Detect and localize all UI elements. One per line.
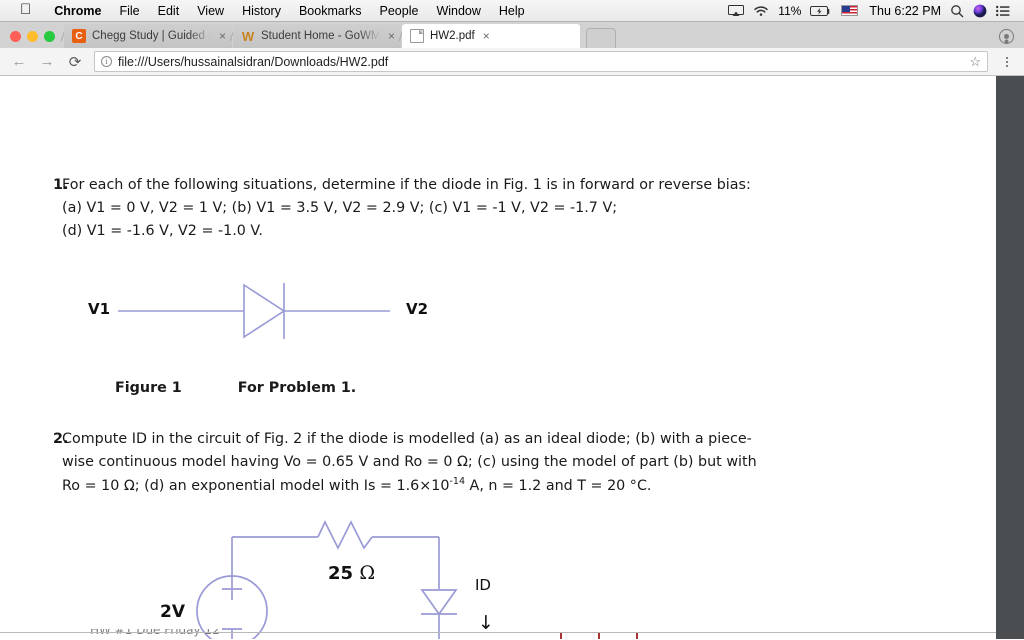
problem-text: Compute ID in the circuit of Fig. 2 if t… <box>62 428 757 498</box>
menu-help[interactable]: Help <box>490 4 534 18</box>
back-button[interactable]: ← <box>6 50 32 74</box>
siri-icon[interactable] <box>973 4 987 18</box>
menu-window[interactable]: Window <box>427 4 489 18</box>
figure-caption-name: Figure 1 <box>115 380 182 396</box>
menu-people[interactable]: People <box>371 4 428 18</box>
notification-center-icon[interactable] <box>996 5 1010 17</box>
menu-edit[interactable]: Edit <box>149 4 189 18</box>
figure1-right-label: V2 <box>406 300 429 318</box>
menu-view[interactable]: View <box>188 4 233 18</box>
us-flag-icon[interactable] <box>841 5 859 16</box>
next-page-text: HW #1 Due Friday 12 <box>90 629 220 637</box>
resistor-value-label: 25 Ω <box>328 562 375 584</box>
voltage-source-label: 2V <box>160 602 185 622</box>
menu-history[interactable]: History <box>233 4 290 18</box>
new-tab-button[interactable] <box>586 28 616 48</box>
profile-avatar-icon[interactable] <box>999 29 1014 44</box>
next-page-sliver: HW #1 Due Friday 12 <box>0 629 996 639</box>
figure-1-caption: Figure 1 For Problem 1. <box>115 380 356 396</box>
wmu-favicon: W <box>241 28 255 44</box>
address-bar[interactable]: i file:///Users/hussainalsidran/Download… <box>94 51 988 72</box>
problem-line-part: A, n = 1.2 and T = 20 °C. <box>465 478 652 495</box>
problem-number: 2. <box>53 431 69 447</box>
tab-student-home-gowmu[interactable]: W Student Home - GoWMU × <box>233 24 401 48</box>
problem-line-part: Ro = 10 Ω; (d) an exponential model with… <box>62 478 450 495</box>
figure-1-diode-diagram: V1 V2 <box>78 272 448 354</box>
pdf-document-favicon <box>410 29 424 43</box>
chegg-favicon: C <box>72 29 86 43</box>
window-traffic-lights <box>6 31 63 48</box>
exponent: -14 <box>449 476 465 488</box>
menubar-status-area: 11% Thu 6:22 PM <box>728 4 1016 18</box>
figure1-left-label: V1 <box>88 300 111 318</box>
pdf-viewer[interactable]: 1. For each of the following situations,… <box>0 76 1024 639</box>
problem-line: (a) V1 = 0 V, V2 = 1 V; (b) V1 = 3.5 V, … <box>62 200 618 217</box>
tab-title: Student Home - GoWMU <box>261 30 380 42</box>
tick-mark <box>636 633 638 639</box>
diode-symbol <box>118 283 390 339</box>
pdf-page-content: 1. For each of the following situations,… <box>0 76 996 639</box>
browser-toolbar: ← → ⟳ i file:///Users/hussainalsidran/Do… <box>0 48 1024 76</box>
apple-menu-icon[interactable]:  <box>20 2 31 17</box>
tab-title: Chegg Study | Guided Solution <box>92 30 211 42</box>
chrome-menu-button[interactable] <box>996 50 1018 74</box>
menu-chrome[interactable]: Chrome <box>45 4 110 18</box>
tab-title: HW2.pdf <box>430 30 475 42</box>
bookmark-star-icon[interactable]: ☆ <box>969 54 981 70</box>
airplay-icon[interactable] <box>728 4 745 17</box>
battery-percentage: 11% <box>778 3 802 18</box>
resistor-value: 25 <box>328 563 354 584</box>
tab-close-icon[interactable]: × <box>219 30 226 42</box>
problem-1: 1. For each of the following situations,… <box>0 174 751 243</box>
minimize-window-button[interactable] <box>27 31 38 42</box>
close-window-button[interactable] <box>10 31 21 42</box>
forward-button[interactable]: → <box>34 50 60 74</box>
diode-current-label: ID <box>475 576 491 594</box>
figure-2-circuit-diagram: 2V 25 Ω ID ↓ <box>150 514 530 639</box>
tab-hw2-pdf[interactable]: HW2.pdf × <box>402 24 580 48</box>
tick-mark <box>598 633 600 639</box>
problem-line: Ro = 10 Ω; (d) an exponential model with… <box>62 474 757 498</box>
problem-line: wise continuous model having Vo = 0.65 V… <box>62 454 757 471</box>
battery-charging-icon[interactable] <box>810 5 832 17</box>
tab-close-icon[interactable]: × <box>483 30 490 42</box>
ohm-symbol: Ω <box>359 562 376 584</box>
menu-file[interactable]: File <box>110 4 148 18</box>
menu-bookmarks[interactable]: Bookmarks <box>290 4 371 18</box>
tick-mark <box>560 633 562 639</box>
problem-line: (d) V1 = -1.6 V, V2 = -1.0 V. <box>62 223 263 240</box>
problem-line: Compute ID in the circuit of Fig. 2 if t… <box>62 431 752 447</box>
reload-button[interactable]: ⟳ <box>62 50 88 74</box>
tab-close-icon[interactable]: × <box>388 30 395 42</box>
problem-2: 2. Compute ID in the circuit of Fig. 2 i… <box>0 428 757 498</box>
maximize-window-button[interactable] <box>44 31 55 42</box>
macos-menubar:  Chrome File Edit View History Bookmark… <box>0 0 1024 22</box>
spotlight-search-icon[interactable] <box>950 4 964 18</box>
problem-text: For each of the following situations, de… <box>62 174 751 243</box>
problem-line: For each of the following situations, de… <box>62 177 751 193</box>
browser-tabstrip: C Chegg Study | Guided Solution × W Stud… <box>0 22 1024 48</box>
url-text: file:///Users/hussainalsidran/Downloads/… <box>118 54 389 69</box>
figure-caption-text: For Problem 1. <box>237 380 357 396</box>
wifi-icon[interactable] <box>753 5 769 17</box>
site-info-icon[interactable]: i <box>101 56 112 67</box>
pdf-page: 1. For each of the following situations,… <box>0 76 996 639</box>
menubar-clock[interactable]: Thu 6:22 PM <box>867 4 941 18</box>
page-bottom-divider <box>0 632 996 633</box>
problem-number: 1. <box>53 177 69 193</box>
tab-chegg-study[interactable]: C Chegg Study | Guided Solution × <box>64 24 232 48</box>
